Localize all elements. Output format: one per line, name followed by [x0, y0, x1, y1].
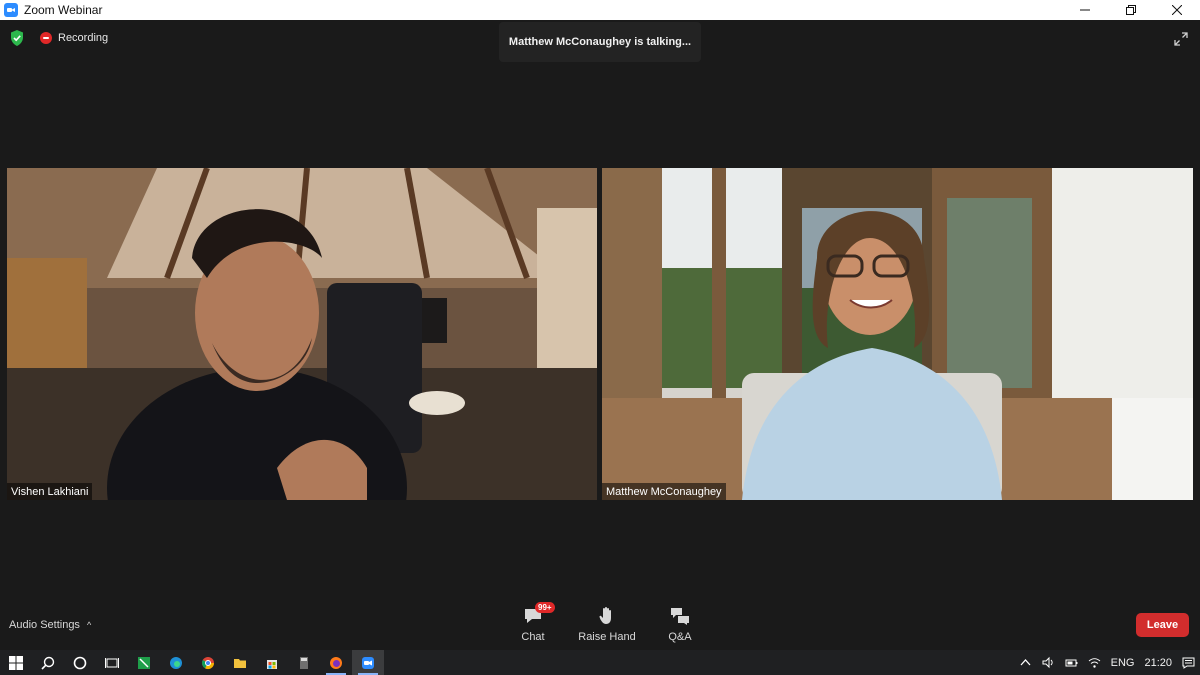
- fullscreen-icon[interactable]: [1174, 32, 1188, 46]
- window-controls: [1062, 0, 1200, 20]
- window-title: Zoom Webinar: [24, 3, 103, 17]
- zoom-app-icon: [4, 3, 18, 17]
- taskbar-calculator[interactable]: [288, 650, 320, 675]
- meeting-stage: Recording Matthew McConaughey is talking…: [0, 20, 1200, 650]
- chat-label: Chat: [521, 631, 545, 643]
- search-button[interactable]: [32, 650, 64, 675]
- battery-icon[interactable]: [1065, 656, 1078, 669]
- firefox-browser-icon: [330, 656, 342, 669]
- chrome-browser-icon: [201, 656, 214, 669]
- cortana-circle-icon: [73, 656, 87, 669]
- recording-icon: [40, 32, 52, 44]
- security-shield-icon[interactable]: [10, 30, 24, 46]
- task-view-icon: [105, 657, 119, 668]
- windows-logo-icon: [9, 655, 23, 670]
- calculator-icon: [300, 656, 308, 669]
- video-tile-matthew[interactable]: Matthew McConaughey: [602, 168, 1193, 500]
- audio-settings-label: Audio Settings: [9, 619, 80, 631]
- zoom-app-icon: [362, 656, 374, 669]
- language-indicator[interactable]: ENG: [1111, 657, 1135, 669]
- cortana-button[interactable]: [64, 650, 96, 675]
- taskbar-file-explorer[interactable]: [224, 650, 256, 675]
- leave-button[interactable]: Leave: [1136, 613, 1189, 637]
- participant-name: Vishen Lakhiani: [7, 483, 93, 500]
- edge-browser-icon: [170, 656, 182, 669]
- participant-video: [7, 168, 597, 500]
- qa-label: Q&A: [668, 631, 692, 643]
- recording-label: Recording: [58, 32, 109, 44]
- wifi-icon[interactable]: [1088, 656, 1101, 669]
- meeting-status: Recording: [10, 30, 108, 46]
- taskbar-app-green[interactable]: [128, 650, 160, 675]
- raise-hand-button[interactable]: Raise Hand: [576, 606, 638, 643]
- system-tray: ENG 21:20: [1014, 650, 1200, 675]
- raise-hand-label: Raise Hand: [578, 631, 636, 643]
- clock-time[interactable]: 21:20: [1144, 657, 1172, 669]
- green-app-icon: [138, 656, 150, 669]
- participant-name: Matthew McConaughey: [602, 483, 726, 500]
- minimize-button[interactable]: [1062, 0, 1108, 20]
- chat-button[interactable]: 99+ Chat: [515, 602, 555, 643]
- close-button[interactable]: [1154, 0, 1200, 20]
- task-view-button[interactable]: [96, 650, 128, 675]
- taskbar-store[interactable]: [256, 650, 288, 675]
- qa-icon: [671, 608, 689, 625]
- raise-hand-icon: [599, 607, 611, 624]
- start-button[interactable]: [0, 650, 32, 675]
- folder-icon: [234, 658, 246, 668]
- chevron-up-icon[interactable]: ^: [87, 620, 91, 630]
- speaker-icon[interactable]: [1042, 656, 1055, 669]
- video-tile-vishen[interactable]: Vishen Lakhiani: [7, 168, 597, 500]
- recording-indicator[interactable]: Recording: [40, 32, 108, 44]
- chat-unread-badge: 99+: [535, 602, 555, 613]
- chevron-up-icon[interactable]: [1019, 656, 1032, 669]
- store-bag-icon: [267, 659, 277, 669]
- taskbar-firefox[interactable]: [320, 650, 352, 675]
- taskbar-edge[interactable]: [160, 650, 192, 675]
- notifications-icon[interactable]: [1182, 656, 1195, 669]
- audio-settings-button[interactable]: Audio Settings ^: [9, 619, 91, 631]
- taskbar-zoom[interactable]: [352, 650, 384, 675]
- qa-button[interactable]: Q&A: [662, 606, 698, 643]
- windows-taskbar: ENG 21:20: [0, 650, 1200, 675]
- restore-button[interactable]: [1108, 0, 1154, 20]
- taskbar-chrome[interactable]: [192, 650, 224, 675]
- talking-banner: Matthew McConaughey is talking...: [499, 22, 701, 62]
- search-icon: [41, 656, 55, 670]
- window-titlebar: Zoom Webinar: [0, 0, 1200, 20]
- participant-video: [602, 168, 1193, 500]
